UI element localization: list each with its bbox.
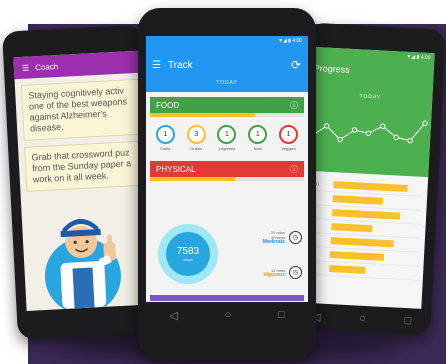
food-group-item[interactable]: 1 Nuts: [248, 125, 268, 151]
progress-row-bar: [332, 209, 400, 220]
activity-vigorous[interactable]: 12 mins Vigorous ◷: [263, 266, 302, 279]
steps-unit: steps: [183, 257, 193, 262]
progress-row-bar: [331, 223, 373, 233]
android-nav-bar: ◁ ○ □: [146, 302, 308, 328]
progress-row-bar: [333, 181, 408, 193]
coach-tip-card[interactable]: Grab that crossword puz from the Sunday …: [24, 140, 145, 192]
steps-value: 7583: [176, 246, 200, 257]
stopwatch-icon: ◷: [289, 231, 302, 244]
food-group-list: 1 Fruits 3 Grains 1 Legumes 1 Nuts 1 Veggies: [150, 125, 304, 151]
stopwatch-icon: ◷: [289, 266, 302, 279]
activity-kind: Moderate: [262, 239, 285, 245]
home-icon[interactable]: ○: [359, 313, 366, 325]
progress-point: [351, 127, 358, 133]
coach-app-bar: ☰ Coach: [13, 50, 145, 80]
progress-point: [407, 137, 413, 144]
physical-label: PHYSICAL: [156, 164, 196, 174]
coach-screen: ☰ Coach Staying cognitively activ one of…: [13, 50, 157, 311]
track-screen: ▼◢ ▮ 4:00 ☰ Track ⟳ TODAY FOOD ⓘ 1 Fruits…: [146, 36, 308, 328]
food-section-header[interactable]: FOOD ⓘ: [150, 97, 304, 113]
food-group-item[interactable]: 1 Veggies: [279, 125, 299, 151]
coach-tip-card[interactable]: Staying cognitively activ one of the bes…: [20, 78, 142, 141]
progress-line-chart: [309, 120, 428, 144]
steps-inner: 7583 steps: [166, 232, 210, 276]
food-group-label: Legumes: [218, 146, 236, 151]
food-group-item[interactable]: 1 Fruits: [155, 125, 175, 151]
home-icon[interactable]: ○: [225, 309, 232, 321]
progress-row-bar: [330, 237, 394, 248]
progress-row-bar: [329, 251, 385, 261]
food-group-label: Grains: [190, 146, 203, 151]
progress-point: [365, 130, 372, 137]
food-count-ring: 1: [279, 125, 299, 144]
food-progress-bar: [150, 113, 304, 117]
activity-text: 12 mins Vigorous: [263, 268, 285, 278]
food-group-item[interactable]: 1 Legumes: [217, 125, 237, 151]
physical-progress-bar: [150, 177, 304, 181]
next-section-header[interactable]: [150, 295, 304, 301]
track-title: Track: [168, 60, 193, 71]
food-count-ring: 1: [248, 125, 268, 144]
progress-point: [324, 123, 330, 129]
steps-ring[interactable]: 7583 steps: [158, 224, 218, 284]
food-count-ring: 3: [186, 125, 206, 144]
food-group-label: Fruits: [160, 146, 171, 151]
sync-icon[interactable]: ⟳: [291, 58, 301, 72]
info-icon[interactable]: ⓘ: [290, 100, 298, 111]
activity-text: 20 mins 20 secs Moderate: [263, 230, 285, 245]
progress-row-bar: [332, 195, 383, 205]
food-count-ring: 1: [155, 125, 175, 144]
progress-point: [393, 134, 399, 141]
progress-point: [422, 120, 428, 126]
left-phone: ☰ Coach Staying cognitively activ one of…: [2, 24, 158, 340]
recents-icon[interactable]: □: [278, 309, 285, 321]
thumbs-up-mascot-icon: [44, 219, 121, 311]
progress-app-bar: ▼◢ ▮ 4:00 Progress TODAY: [304, 46, 435, 178]
coach-title: Coach: [34, 61, 59, 72]
progress-screen: ▼◢ ▮ 4:00 Progress TODAY FOOD: [297, 46, 435, 309]
physical-section-header[interactable]: PHYSICAL ⓘ: [150, 161, 304, 177]
progress-point: [337, 136, 343, 143]
menu-icon[interactable]: ☰: [152, 60, 161, 71]
center-phone: ▼◢ ▮ 4:00 ☰ Track ⟳ TODAY FOOD ⓘ 1 Fruits…: [138, 8, 316, 360]
info-icon[interactable]: ⓘ: [290, 164, 298, 175]
food-group-label: Veggies: [281, 146, 296, 151]
activity-kind: Vigorous: [263, 271, 285, 278]
progress-row-bar: [329, 265, 366, 274]
food-group-item[interactable]: 3 Grains: [186, 125, 206, 151]
status-bar: ▼◢ ▮ 4:00: [277, 38, 302, 44]
activity-moderate[interactable]: 20 mins 20 secs Moderate ◷: [263, 230, 302, 245]
track-app-bar: ▼◢ ▮ 4:00 ☰ Track ⟳ TODAY: [146, 36, 308, 92]
back-icon[interactable]: ◁: [169, 309, 177, 322]
recents-icon[interactable]: □: [404, 315, 411, 327]
food-count-ring: 1: [217, 125, 237, 144]
food-label: FOOD: [156, 100, 180, 110]
track-period: TODAY: [216, 80, 238, 86]
menu-icon[interactable]: ☰: [22, 63, 30, 72]
food-group-label: Nuts: [253, 146, 262, 151]
progress-bar-list: FOOD: [299, 171, 429, 287]
progress-point: [380, 123, 386, 129]
